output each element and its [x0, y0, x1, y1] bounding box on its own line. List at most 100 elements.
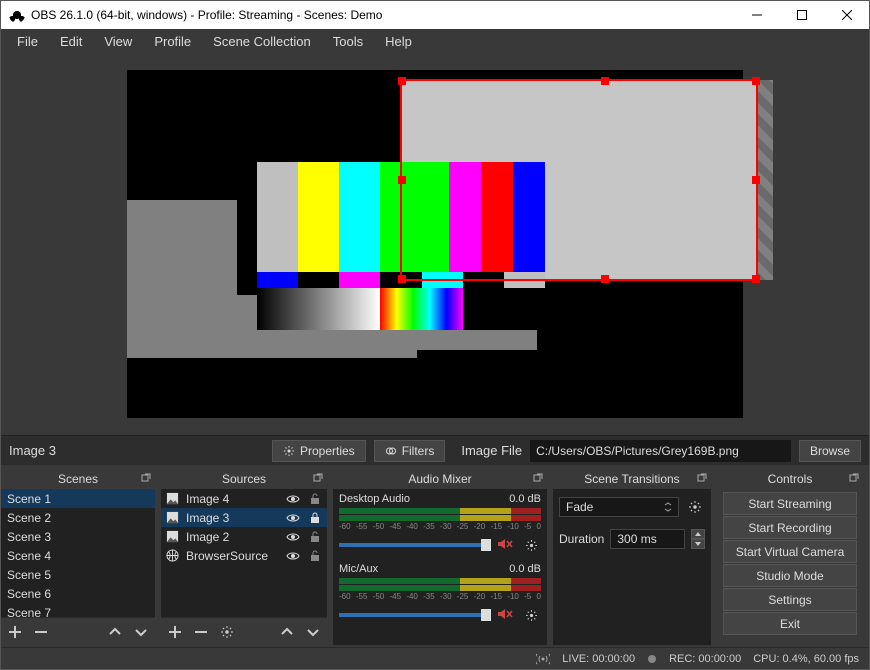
visibility-toggle[interactable]: [285, 491, 301, 507]
preview-canvas[interactable]: [127, 70, 743, 418]
scene-row[interactable]: Scene 6: [1, 584, 155, 603]
selection-rect[interactable]: [400, 79, 758, 281]
volume-slider[interactable]: [339, 613, 491, 617]
scene-row[interactable]: Scene 4: [1, 546, 155, 565]
transitions-body: Fade Duration 300 ms: [553, 489, 711, 645]
rec-status: REC: 00:00:00: [669, 653, 741, 665]
source-properties-button[interactable]: [217, 622, 237, 642]
start-virtual-camera-button[interactable]: Start Virtual Camera: [723, 540, 857, 563]
exit-button[interactable]: Exit: [723, 612, 857, 635]
image-file-field[interactable]: C:/Users/OBS/Pictures/Grey169B.png: [530, 440, 791, 462]
scene-row[interactable]: Scene 3: [1, 527, 155, 546]
bottom-panels: Scenes Scene 1Scene 2Scene 3Scene 4Scene…: [1, 465, 869, 647]
mute-button[interactable]: [497, 538, 515, 552]
image-file-label: Image File: [461, 443, 522, 458]
sources-header[interactable]: Sources: [161, 469, 327, 489]
window-title: OBS 26.1.0 (64-bit, windows) - Profile: …: [31, 8, 382, 22]
mixer-header[interactable]: Audio Mixer: [333, 469, 547, 489]
source-row[interactable]: Image 2: [161, 527, 327, 546]
duration-down-button[interactable]: [691, 539, 705, 549]
start-recording-button[interactable]: Start Recording: [723, 516, 857, 539]
live-status: LIVE: 00:00:00: [562, 653, 635, 665]
browse-button[interactable]: Browse: [799, 440, 861, 462]
audio-meter: [339, 585, 541, 591]
menu-scene-collection[interactable]: Scene Collection: [203, 31, 321, 52]
visibility-toggle[interactable]: [285, 548, 301, 564]
settings-button[interactable]: Settings: [723, 588, 857, 611]
remove-scene-button[interactable]: [31, 622, 51, 642]
scenes-header[interactable]: Scenes: [1, 469, 155, 489]
remove-source-button[interactable]: [191, 622, 211, 642]
start-streaming-button[interactable]: Start Streaming: [723, 492, 857, 515]
source-up-button[interactable]: [277, 622, 297, 642]
lock-toggle[interactable]: [307, 529, 323, 545]
audio-meter: [339, 578, 541, 584]
popout-icon[interactable]: [311, 471, 325, 485]
lock-toggle[interactable]: [307, 510, 323, 526]
menu-file[interactable]: File: [7, 31, 48, 52]
menu-profile[interactable]: Profile: [144, 31, 201, 52]
studio-mode-button[interactable]: Studio Mode: [723, 564, 857, 587]
source-row[interactable]: BrowserSource: [161, 546, 327, 565]
selected-source-label: Image 3: [9, 443, 56, 458]
source-label: Image 2: [186, 530, 279, 544]
controls-header[interactable]: Controls: [717, 469, 863, 489]
source-down-button[interactable]: [303, 622, 323, 642]
channel-settings-button[interactable]: [521, 605, 541, 625]
popout-icon[interactable]: [531, 471, 545, 485]
visibility-toggle[interactable]: [285, 510, 301, 526]
source-label: Image 3: [186, 511, 279, 525]
duration-up-button[interactable]: [691, 529, 705, 539]
source-row[interactable]: Image 4: [161, 489, 327, 508]
menu-edit[interactable]: Edit: [50, 31, 92, 52]
maximize-button[interactable]: [779, 1, 824, 29]
source-row[interactable]: Image 3: [161, 508, 327, 527]
lock-toggle[interactable]: [307, 491, 323, 507]
lock-toggle[interactable]: [307, 548, 323, 564]
record-dot-icon: [647, 654, 657, 664]
close-button[interactable]: [824, 1, 869, 29]
transition-settings-button[interactable]: [685, 497, 705, 517]
broadcast-icon: [536, 653, 550, 665]
menu-help[interactable]: Help: [375, 31, 422, 52]
add-scene-button[interactable]: [5, 622, 25, 642]
mute-button[interactable]: [497, 608, 515, 622]
channel-db: 0.0 dB: [509, 493, 541, 505]
properties-button[interactable]: Properties: [272, 440, 366, 462]
channel-name: Mic/Aux: [339, 563, 378, 575]
app-icon: [9, 7, 25, 23]
popout-icon[interactable]: [695, 471, 709, 485]
transitions-header[interactable]: Scene Transitions: [553, 469, 711, 489]
menu-view[interactable]: View: [94, 31, 142, 52]
scene-row[interactable]: Scene 2: [1, 508, 155, 527]
preview-area[interactable]: [1, 53, 869, 435]
popout-icon[interactable]: [139, 471, 153, 485]
sources-list[interactable]: Image 4 Image 3 Image 2 BrowserSource: [161, 489, 327, 617]
channel-settings-button[interactable]: [521, 535, 541, 555]
popout-icon[interactable]: [847, 471, 861, 485]
context-toolbar: Image 3 Properties Filters Image File C:…: [1, 435, 869, 465]
add-source-button[interactable]: [165, 622, 185, 642]
volume-slider[interactable]: [339, 543, 491, 547]
cpu-status: CPU: 0.4%, 60.00 fps: [753, 653, 859, 665]
minimize-button[interactable]: [734, 1, 779, 29]
menu-tools[interactable]: Tools: [323, 31, 373, 52]
visibility-toggle[interactable]: [285, 529, 301, 545]
channel-name: Desktop Audio: [339, 493, 410, 505]
duration-field[interactable]: 300 ms: [610, 529, 685, 549]
scene-row[interactable]: Scene 7: [1, 603, 155, 617]
mixer-channel: Mic/Aux0.0 dB-60-55-50-45-40-35-30-25-20…: [333, 559, 547, 629]
channel-db: 0.0 dB: [509, 563, 541, 575]
transition-select[interactable]: Fade: [559, 497, 679, 517]
scene-row[interactable]: Scene 1: [1, 489, 155, 508]
scenes-list[interactable]: Scene 1Scene 2Scene 3Scene 4Scene 5Scene…: [1, 489, 155, 617]
scene-up-button[interactable]: [105, 622, 125, 642]
image-icon: [165, 510, 180, 525]
title-bar: OBS 26.1.0 (64-bit, windows) - Profile: …: [1, 1, 869, 29]
image-icon: [165, 491, 180, 506]
duration-label: Duration: [559, 532, 604, 546]
scene-row[interactable]: Scene 5: [1, 565, 155, 584]
scene-down-button[interactable]: [131, 622, 151, 642]
mixer-body: Desktop Audio0.0 dB-60-55-50-45-40-35-30…: [333, 489, 547, 645]
filters-button[interactable]: Filters: [374, 440, 446, 462]
